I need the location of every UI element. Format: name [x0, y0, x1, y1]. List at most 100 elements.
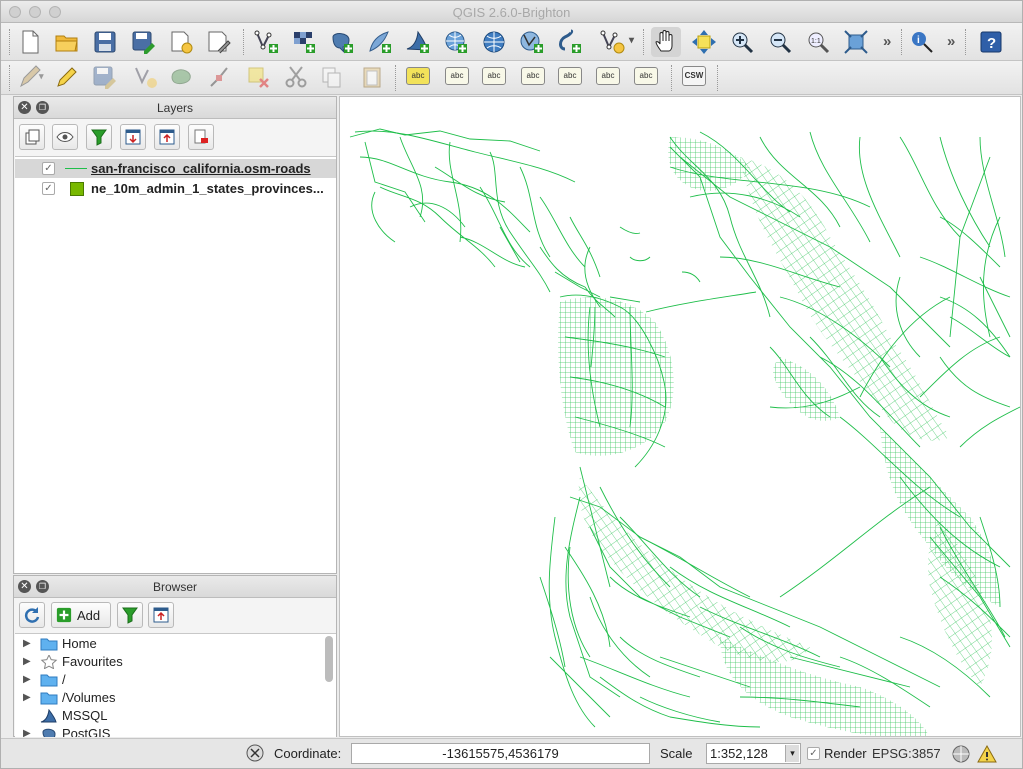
- layer-visibility-checkbox[interactable]: ✓: [42, 182, 55, 195]
- label-tool-3[interactable]: abc: [482, 67, 506, 85]
- render-checkbox[interactable]: ✓: [807, 747, 820, 760]
- window-title: QGIS 2.6.0-Brighton: [452, 5, 571, 20]
- label-tool-1[interactable]: abc: [406, 67, 430, 85]
- add-raster-layer-icon[interactable]: [289, 27, 319, 57]
- browser-item-favourites[interactable]: ▶ Favourites: [15, 653, 325, 671]
- pan-to-selection-icon[interactable]: [689, 27, 719, 57]
- expand-arrow-icon[interactable]: ▶: [23, 728, 31, 737]
- filter-legend-icon[interactable]: [86, 124, 112, 150]
- layer-row-states-provinces[interactable]: ✓ ne_10m_admin_1_states_provinces...: [15, 179, 336, 198]
- browser-item-postgis[interactable]: ▶ PostGIS: [15, 725, 325, 737]
- add-spatialite-layer-icon[interactable]: [365, 27, 395, 57]
- save-edits-icon[interactable]: [89, 62, 119, 92]
- open-project-icon[interactable]: [52, 27, 82, 57]
- cut-features-icon[interactable]: [281, 62, 311, 92]
- remove-layer-icon[interactable]: [188, 124, 214, 150]
- toolbar-handle[interactable]: [9, 65, 11, 91]
- new-shapefile-icon[interactable]: [598, 27, 628, 57]
- expand-arrow-icon[interactable]: ▶: [23, 674, 31, 685]
- expand-arrow-icon[interactable]: ▶: [23, 656, 31, 667]
- crs-globe-icon[interactable]: [951, 744, 971, 764]
- toolbar-overflow-chevron-2[interactable]: »: [947, 33, 955, 50]
- toolbar-overflow-chevron[interactable]: »: [883, 33, 891, 50]
- layer-name: san-francisco_california.osm-roads: [91, 161, 311, 176]
- label-tool-6[interactable]: abc: [596, 67, 620, 85]
- toolbar-handle[interactable]: [9, 29, 11, 55]
- svg-text:?: ?: [987, 35, 996, 52]
- expand-all-icon[interactable]: [120, 124, 146, 150]
- zoom-full-icon[interactable]: [841, 27, 871, 57]
- coordinate-label: Coordinate:: [274, 746, 342, 761]
- browser-item-label: MSSQL: [62, 708, 108, 723]
- add-wfs-layer-icon[interactable]: [517, 27, 547, 57]
- mssql-icon: [40, 709, 57, 723]
- filter-icon[interactable]: [117, 602, 143, 628]
- identify-icon[interactable]: i: [907, 27, 937, 57]
- new-print-composer-icon[interactable]: [166, 27, 196, 57]
- browser-item-volumes[interactable]: ▶ /Volumes: [15, 689, 325, 707]
- expand-arrow-icon[interactable]: ▶: [23, 638, 31, 649]
- add-mssql-layer-icon[interactable]: [403, 27, 433, 57]
- svg-text:i: i: [917, 35, 920, 46]
- coordinate-toggle-icon[interactable]: [245, 743, 265, 763]
- delete-selected-icon[interactable]: [243, 62, 273, 92]
- warning-icon[interactable]: [977, 744, 997, 764]
- label-tool-7[interactable]: abc: [634, 67, 658, 85]
- copy-features-icon[interactable]: [317, 62, 347, 92]
- add-delimited-text-icon[interactable]: [555, 27, 585, 57]
- label-tool-2[interactable]: abc: [445, 67, 469, 85]
- expand-arrow-icon[interactable]: ▶: [23, 692, 31, 703]
- add-group-icon[interactable]: [19, 124, 45, 150]
- csw-button[interactable]: CSW: [682, 66, 706, 86]
- browser-item-label: Home: [62, 636, 97, 651]
- browser-item-label: /: [62, 672, 66, 687]
- move-feature-icon[interactable]: [167, 62, 197, 92]
- help-icon[interactable]: ?: [976, 27, 1006, 57]
- collapse-all-icon[interactable]: [154, 124, 180, 150]
- label-tool-5[interactable]: abc: [558, 67, 582, 85]
- scale-combobox[interactable]: 1:352,128 ▾: [706, 743, 801, 764]
- add-wms-layer-icon[interactable]: [441, 27, 471, 57]
- layer-visibility-checkbox[interactable]: ✓: [42, 162, 55, 175]
- refresh-icon[interactable]: [19, 602, 45, 628]
- browser-panel-title: Browser: [152, 580, 197, 594]
- add-button[interactable]: Add: [51, 602, 111, 628]
- chevron-down-icon[interactable]: ▾: [629, 35, 634, 46]
- folder-icon: [40, 692, 58, 705]
- browser-item-mssql[interactable]: MSSQL: [15, 707, 325, 725]
- save-project-icon[interactable]: [90, 27, 120, 57]
- chevron-down-icon[interactable]: ▾: [785, 745, 799, 762]
- add-wcs-layer-icon[interactable]: [479, 27, 509, 57]
- toggle-editing-icon[interactable]: [51, 62, 81, 92]
- coordinate-field[interactable]: -13615575,4536179: [351, 743, 650, 764]
- zoom-actual-icon[interactable]: 1:1: [803, 27, 833, 57]
- folder-icon: [40, 674, 58, 687]
- save-as-icon[interactable]: [128, 27, 158, 57]
- pan-icon[interactable]: [651, 27, 681, 57]
- manage-visibility-icon[interactable]: [52, 124, 78, 150]
- add-feature-icon[interactable]: [131, 62, 161, 92]
- collapse-all-icon[interactable]: [148, 602, 174, 628]
- crs-status[interactable]: EPSG:3857: [872, 746, 941, 761]
- label-tool-4[interactable]: abc: [521, 67, 545, 85]
- zoom-out-icon[interactable]: [765, 27, 795, 57]
- paste-features-icon[interactable]: [357, 62, 387, 92]
- fill-symbol-icon: [70, 182, 84, 196]
- browser-item-label: /Volumes: [62, 690, 116, 705]
- toolbar-separator: [901, 29, 903, 55]
- add-postgis-layer-icon[interactable]: [327, 27, 357, 57]
- zoom-in-icon[interactable]: [727, 27, 757, 57]
- toolbar-separator: [643, 29, 645, 55]
- map-canvas[interactable]: [339, 96, 1021, 737]
- layer-row-osm-roads[interactable]: ✓ san-francisco_california.osm-roads: [15, 159, 336, 178]
- add-vector-layer-icon[interactable]: [252, 27, 282, 57]
- browser-item-root[interactable]: ▶ /: [15, 671, 325, 689]
- main-toolbar: ▾ 1:1 » i » ?: [1, 23, 1022, 61]
- browser-item-home[interactable]: ▶ Home: [15, 635, 325, 653]
- composer-manager-icon[interactable]: [204, 27, 234, 57]
- node-tool-icon[interactable]: [205, 62, 235, 92]
- chevron-down-icon[interactable]: ▾: [39, 71, 44, 82]
- browser-scrollbar[interactable]: [325, 636, 333, 682]
- qgis-window: QGIS 2.6.0-Brighton ▾ 1:1 » i » ? ▾ abc …: [0, 0, 1023, 769]
- new-project-icon[interactable]: [15, 27, 45, 57]
